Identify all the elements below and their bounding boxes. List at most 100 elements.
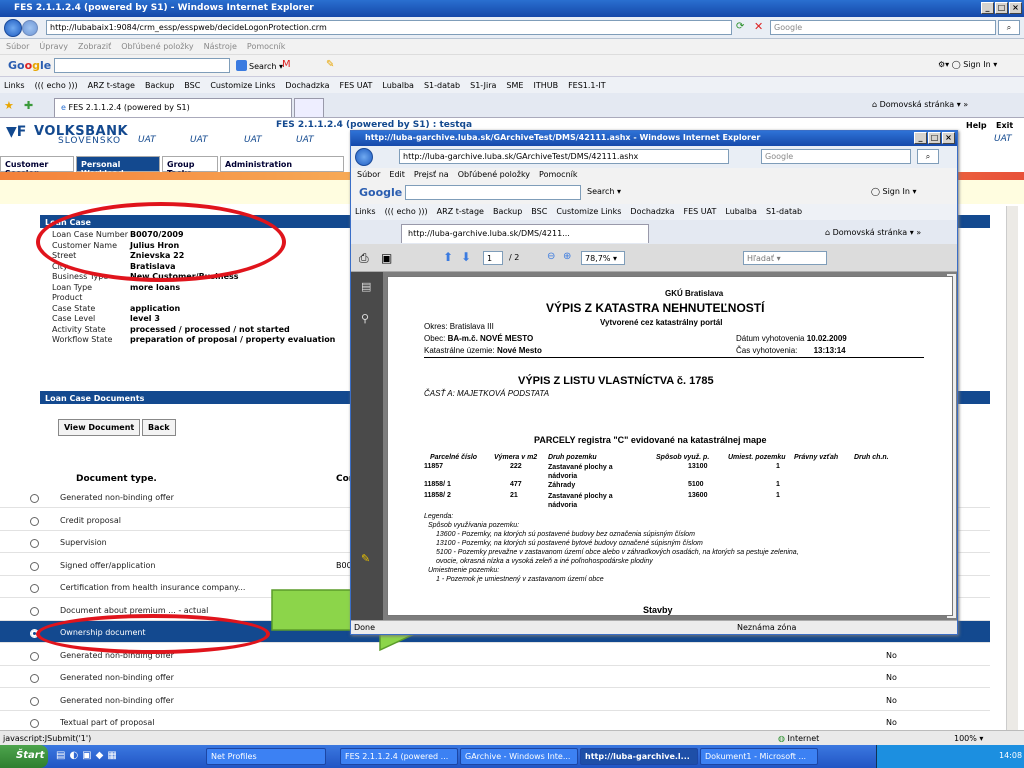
document-radio[interactable] (30, 516, 39, 526)
popup-close-button[interactable]: × (942, 132, 955, 144)
tab-administration[interactable]: Administration (220, 156, 344, 172)
minimize-button[interactable]: _ (981, 2, 994, 14)
search-button[interactable]: ⌕ (998, 20, 1020, 35)
status-zoom[interactable]: 100% ▾ (954, 734, 983, 743)
add-favorite-icon[interactable]: ✚ (24, 99, 33, 112)
menu-item[interactable]: Zobraziť (78, 42, 111, 51)
link-item[interactable]: Lubalba (382, 81, 414, 90)
pencil-icon[interactable]: ✎ (326, 59, 334, 70)
popup-search-button[interactable]: ⌕ (917, 149, 939, 164)
popup-tab[interactable]: http://luba-garchive.luba.sk/DMS/4211... (401, 224, 649, 243)
taskbar-item-active[interactable]: http://luba-garchive.l... (580, 748, 698, 765)
page-scrollbar[interactable] (1006, 206, 1018, 730)
back-icon[interactable] (4, 19, 22, 37)
maximize-button[interactable]: □ (995, 2, 1008, 14)
link-item[interactable]: FES UAT (340, 81, 373, 90)
pages-icon[interactable]: ▤ (361, 280, 371, 293)
document-radio[interactable] (30, 696, 39, 706)
link-item[interactable]: FES1.1-IT (568, 81, 606, 90)
popup-google-search-button[interactable]: Search ▾ (587, 187, 621, 196)
gmail-icon[interactable]: M (282, 59, 291, 70)
link-item[interactable]: Backup (145, 81, 174, 90)
document-radio[interactable] (30, 674, 39, 683)
stop-icon[interactable]: ✕ (754, 20, 768, 34)
google-sign-in[interactable]: ⚙▾ ◯ Sign In ▾ (938, 60, 997, 69)
document-radio[interactable] (30, 561, 39, 571)
popup-address-input[interactable]: http://luba-garchive.luba.sk/GArchiveTes… (399, 149, 729, 164)
document-radio[interactable] (30, 539, 39, 548)
taskbar-item[interactable]: GArchive - Windows Inte... (460, 748, 578, 765)
tab-fes[interactable]: e FES 2.1.1.2.4 (powered by S1) (54, 98, 292, 117)
menu-item[interactable]: Úpravy (39, 42, 68, 51)
document-radio[interactable] (30, 584, 39, 593)
page-number-input[interactable]: 1 (483, 251, 503, 265)
comments-icon[interactable]: ✎ (361, 552, 370, 565)
popup-menu-item[interactable]: Prejsť na (414, 170, 449, 180)
link-item[interactable]: Dochadzka (285, 81, 329, 90)
exit-link[interactable]: Exit (996, 121, 1013, 130)
popup-link-item[interactable]: Customize Links (556, 207, 621, 217)
popup-home-button[interactable]: ⌂ Domovská stránka ▾ » (825, 228, 921, 237)
save-icon[interactable]: ▣ (381, 251, 392, 265)
zoom-in-icon[interactable]: ⊕ (563, 251, 571, 262)
link-item[interactable]: Customize Links (210, 81, 275, 90)
start-button[interactable]: Štart (0, 745, 48, 768)
refresh-icon[interactable]: ⟳ (736, 21, 752, 35)
zoom-select[interactable]: 78,7% ▾ (581, 251, 625, 265)
zoom-out-icon[interactable]: ⊖ (547, 251, 555, 262)
address-input[interactable]: http://lubabaix1:9084/crm_essp/esspweb/d… (46, 20, 732, 35)
popup-minimize-button[interactable]: _ (914, 132, 927, 144)
menu-item[interactable]: Súbor (6, 42, 29, 51)
find-input[interactable]: Hľadať ▾ (743, 251, 827, 265)
popup-link-item[interactable]: BSC (531, 207, 547, 217)
new-tab-button[interactable] (294, 98, 324, 117)
popup-link-item[interactable]: Dochadzka (630, 207, 674, 217)
taskbar-item[interactable]: Dokument1 - Microsoft ... (700, 748, 818, 765)
help-link[interactable]: Help (966, 121, 987, 130)
link-item[interactable]: ((( echo ))) (35, 81, 78, 90)
favorites-star-icon[interactable]: ★ (4, 99, 14, 112)
link-item[interactable]: S1-datab (424, 81, 460, 90)
popup-back-icon[interactable] (355, 148, 373, 166)
google-search-button[interactable]: Search ▾ (236, 60, 283, 71)
menu-item[interactable]: Nástroje (204, 42, 237, 51)
attachments-icon[interactable]: ⚲ (361, 312, 369, 325)
tab-personal-workload[interactable]: Personal Workload (76, 156, 160, 178)
view-document-button[interactable]: View Document (58, 419, 141, 436)
document-radio[interactable] (30, 651, 39, 661)
menu-item[interactable]: Pomocník (247, 42, 285, 51)
popup-link-item[interactable]: FES UAT (684, 207, 717, 217)
taskbar-item[interactable]: Net Profiles (206, 748, 326, 765)
document-row[interactable]: Generated non-binding offer (0, 689, 990, 711)
link-item[interactable]: SME (506, 81, 523, 90)
link-item[interactable]: S1-Jira (470, 81, 496, 90)
home-button[interactable]: ⌂ Domovská stránka ▾ » (872, 100, 968, 109)
popup-menu-item[interactable]: Pomocník (539, 170, 577, 180)
popup-link-item[interactable]: Backup (493, 207, 522, 217)
google-search-input[interactable] (54, 58, 230, 73)
document-row[interactable]: Generated non-binding offer (0, 666, 990, 688)
popup-link-item[interactable]: ((( echo ))) (385, 207, 428, 217)
popup-sign-in[interactable]: ◯ Sign In ▾ (871, 187, 916, 196)
next-page-icon[interactable]: ⬇ (461, 250, 471, 264)
document-radio[interactable] (30, 494, 39, 503)
link-item[interactable]: BSC (184, 81, 200, 90)
popup-menu-item[interactable]: Edit (389, 170, 405, 180)
popup-menu-item[interactable]: Obľúbené položky (458, 170, 530, 180)
popup-google-input[interactable] (405, 185, 581, 200)
link-item[interactable]: ARZ t-stage (88, 81, 135, 90)
print-icon[interactable]: ⎙ (359, 251, 369, 266)
quick-launch-icons[interactable]: ▤◐▣◆▦ (56, 750, 121, 761)
document-radio[interactable] (30, 606, 39, 616)
link-item[interactable]: ITHUB (533, 81, 558, 90)
tab-customer-session[interactable]: Customer Session (0, 156, 74, 178)
popup-link-item[interactable]: S1-datab (766, 207, 802, 217)
search-input[interactable]: Google (770, 20, 996, 35)
back-button[interactable]: Back (142, 419, 176, 436)
popup-menu-item[interactable]: Súbor (357, 170, 380, 180)
popup-search-input[interactable]: Google (761, 149, 911, 164)
popup-link-item[interactable]: ARZ t-stage (437, 207, 484, 217)
popup-link-item[interactable]: Lubalba (725, 207, 757, 217)
prev-page-icon[interactable]: ⬆ (443, 250, 453, 264)
taskbar-item[interactable]: FES 2.1.1.2.4 (powered ... (340, 748, 458, 765)
